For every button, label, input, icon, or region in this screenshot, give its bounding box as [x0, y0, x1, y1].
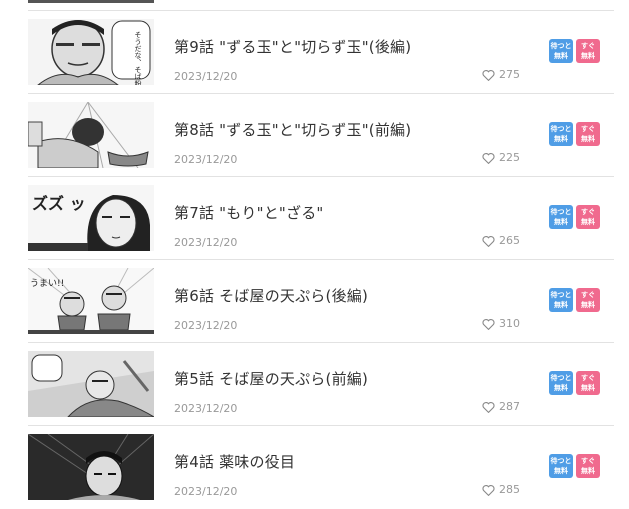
badge-group: 待つと 無料 すぐ 無料 — [549, 454, 600, 478]
heart-icon — [482, 318, 495, 330]
wait-free-badge: 待つと 無料 — [549, 205, 573, 229]
episode-row-4[interactable]: 第4話 薬味の役目 2023/12/20 285 待つと 無料 すぐ 無料 — [28, 426, 614, 509]
thumbnail-speech-text: そうだな、そば粉が変わった… — [134, 31, 142, 85]
like-count[interactable]: 225 — [482, 151, 520, 164]
heart-icon — [482, 235, 495, 247]
like-count-value: 265 — [499, 234, 520, 247]
episode-date: 2023/12/20 — [174, 402, 238, 415]
episode-title[interactable]: 第6話 そば屋の天ぷら(後編) — [174, 285, 368, 306]
episode-date: 2023/12/20 — [174, 485, 238, 498]
episode-row-5[interactable]: 第5話 そば屋の天ぷら(前編) 2023/12/20 287 待つと 無料 すぐ無… — [28, 343, 614, 426]
heart-icon — [482, 484, 495, 496]
episode-title[interactable]: 第5話 そば屋の天ぷら(前編) — [174, 368, 368, 389]
like-count[interactable]: 265 — [482, 234, 520, 247]
previous-episode-thumbnail-edge — [28, 0, 154, 3]
wait-free-badge: 待つと 無料 — [549, 288, 573, 312]
thumbnail-speech-text: うまい!! — [30, 278, 64, 289]
wait-free-badge: 待つと 無料 — [549, 454, 573, 478]
episode-date: 2023/12/20 — [174, 236, 238, 249]
instant-free-badge: すぐ 無料 — [576, 205, 600, 229]
like-count[interactable]: 310 — [482, 317, 520, 330]
heart-icon — [482, 69, 495, 81]
like-count-value: 275 — [499, 68, 520, 81]
like-count[interactable]: 275 — [482, 68, 520, 81]
badge-group: 待つと 無料 すぐ 無料 — [549, 122, 600, 146]
heart-icon — [482, 152, 495, 164]
instant-free-badge: すぐ 無料 — [576, 122, 600, 146]
heart-icon — [482, 401, 495, 413]
episode-thumbnail: そうだな、そば粉が変わった… — [28, 19, 154, 85]
like-count-value: 310 — [499, 317, 520, 330]
badge-group: 待つと 無料 すぐ 無料 — [549, 205, 600, 229]
thumbnail-sfx-text: ズズ ッ — [32, 194, 86, 213]
episode-date: 2023/12/20 — [174, 70, 238, 83]
wait-free-badge: 待つと 無料 — [549, 371, 573, 395]
episode-title[interactable]: 第8話 "ずる玉"と"切らず玉"(前編) — [174, 119, 411, 140]
episode-thumbnail — [28, 434, 154, 500]
like-count[interactable]: 287 — [482, 400, 520, 413]
wait-free-badge: 待つと 無料 — [549, 39, 573, 63]
episode-row-7[interactable]: ズズ ッ 第7話 "もり"と"ざる" 2023/12/20 265 待つと 無料 … — [28, 177, 614, 260]
episode-date: 2023/12/20 — [174, 153, 238, 166]
episode-title[interactable]: 第4話 薬味の役目 — [174, 451, 295, 472]
instant-free-badge: すぐ 無料 — [576, 371, 600, 395]
like-count-value: 287 — [499, 400, 520, 413]
episode-row-9[interactable]: そうだな、そば粉が変わった… 第9話 "ずる玉"と"切らず玉"(後編) 2023… — [28, 11, 614, 94]
episode-row-6[interactable]: うまい!! 第6話 そば屋の天ぷら(後編) 2023/12/20 310 待つと… — [28, 260, 614, 343]
wait-free-badge: 待つと 無料 — [549, 122, 573, 146]
episode-title[interactable]: 第9話 "ずる玉"と"切らず玉"(後編) — [174, 36, 411, 57]
instant-free-badge: すぐ 無料 — [576, 39, 600, 63]
episode-thumbnail: うまい!! — [28, 268, 154, 334]
instant-free-badge: すぐ 無料 — [576, 288, 600, 312]
episode-thumbnail — [28, 351, 154, 417]
badge-group: 待つと 無料 すぐ 無料 — [549, 371, 600, 395]
like-count[interactable]: 285 — [482, 483, 520, 496]
episode-thumbnail: ズズ ッ — [28, 185, 154, 251]
episode-title[interactable]: 第7話 "もり"と"ざる" — [174, 202, 324, 223]
instant-free-badge: すぐ 無料 — [576, 454, 600, 478]
badge-group: 待つと 無料 すぐ 無料 — [549, 39, 600, 63]
episode-thumbnail — [28, 102, 154, 168]
like-count-value: 285 — [499, 483, 520, 496]
like-count-value: 225 — [499, 151, 520, 164]
episode-date: 2023/12/20 — [174, 319, 238, 332]
badge-group: 待つと 無料 すぐ 無料 — [549, 288, 600, 312]
episode-row-8[interactable]: 第8話 "ずる玉"と"切らず玉"(前編) 2023/12/20 225 待つと無… — [28, 94, 614, 177]
